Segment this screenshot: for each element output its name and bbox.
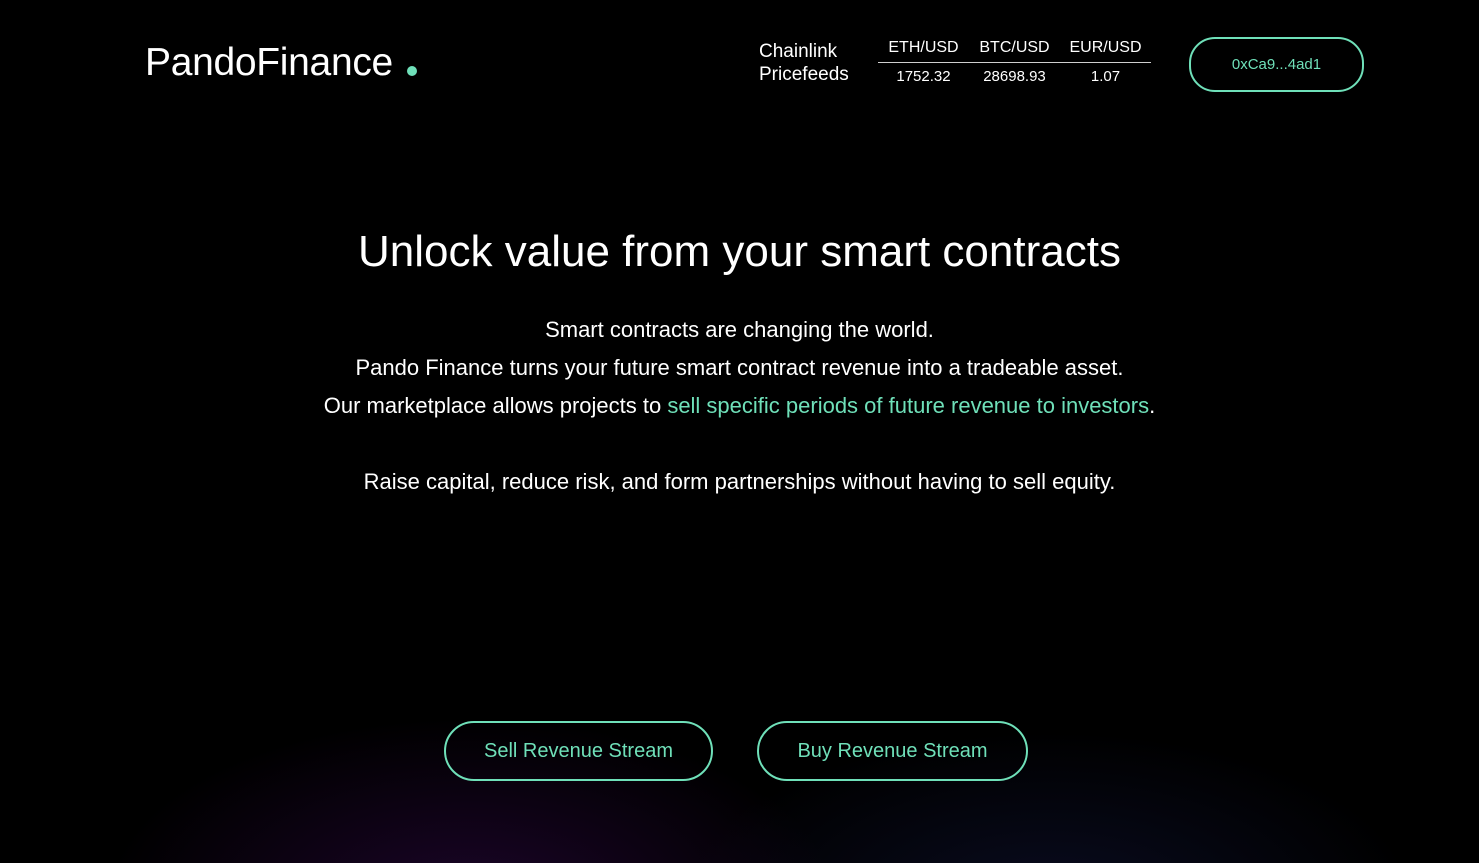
pricefeed-pair-eth: ETH/USD (888, 39, 959, 56)
pricefeeds-table: ETH/USD BTC/USD EUR/USD 1752.32 28698.93… (878, 38, 1151, 87)
pricefeed-value-eth: 1752.32 (896, 68, 951, 85)
hero-line-4: Raise capital, reduce risk, and form par… (363, 469, 1116, 494)
pricefeeds-label-line2: Pricefeeds (759, 64, 849, 85)
landing-page: PandoFinance Chainlink Pricefeeds ETH/US… (0, 0, 1479, 863)
brand-logo[interactable]: PandoFinance (145, 40, 393, 86)
hero-line-3-prefix: Our marketplace allows projects to (323, 393, 668, 418)
pricefeeds-label-line1: Chainlink (759, 41, 838, 62)
pricefeed-pair-btc: BTC/USD (979, 39, 1050, 56)
buy-revenue-stream-button[interactable]: Buy Revenue Stream (757, 721, 1028, 781)
hero-line-1: Smart contracts are changing the world. (545, 317, 934, 342)
hero-title: Unlock value from your smart contracts (358, 227, 1121, 276)
logo-dot-icon (407, 66, 417, 76)
hero-line-3-suffix: . (1149, 393, 1156, 418)
hero-line-3: Our marketplace allows projects to sell … (0, 393, 1479, 419)
wallet-address-button[interactable]: 0xCa9...4ad1 (1189, 37, 1364, 92)
pricefeeds-value-row: 1752.32 28698.93 1.07 (878, 63, 1151, 87)
pricefeeds-label: Chainlink Pricefeeds (759, 40, 849, 86)
pricefeed-pair-eur: EUR/USD (1069, 39, 1142, 56)
pricefeeds-header-row: ETH/USD BTC/USD EUR/USD (878, 38, 1151, 63)
sell-revenue-stream-button[interactable]: Sell Revenue Stream (444, 721, 713, 781)
pricefeed-value-btc: 28698.93 (983, 68, 1046, 85)
hero-line-2: Pando Finance turns your future smart co… (355, 355, 1124, 380)
pricefeed-value-eur: 1.07 (1090, 68, 1121, 85)
hero-highlight-text: sell specific periods of future revenue … (667, 393, 1150, 418)
